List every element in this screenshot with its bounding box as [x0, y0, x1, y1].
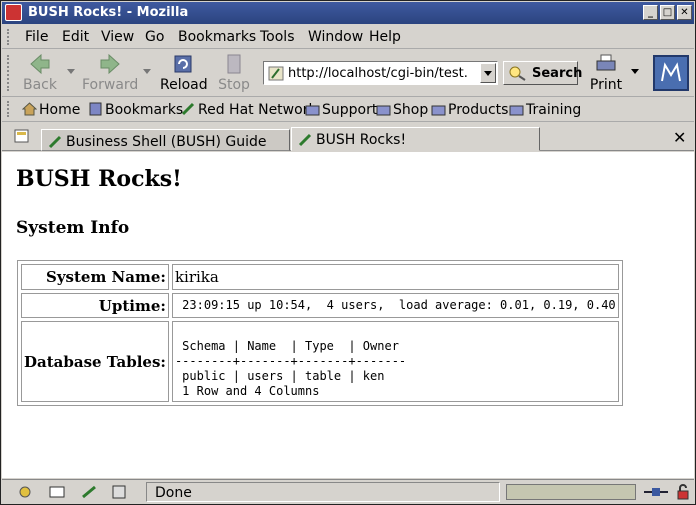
menu-file[interactable]: File — [25, 29, 48, 45]
tab-bush-rocks[interactable]: BUSH Rocks! — [291, 127, 540, 151]
print-button[interactable]: Print — [588, 51, 624, 95]
home-icon — [22, 102, 37, 116]
folder-icon — [431, 105, 446, 116]
tab-business-shell-guide[interactable]: Business Shell (BUSH) Guide — [41, 129, 290, 151]
folder-icon — [305, 105, 320, 116]
status-bar: Done — [2, 479, 694, 503]
system-name-label: System Name: — [21, 264, 169, 290]
search-icon — [509, 66, 526, 81]
url-input[interactable] — [288, 64, 468, 82]
page-favicon-icon — [268, 66, 284, 81]
online-status-icon[interactable] — [642, 484, 670, 500]
mozilla-logo[interactable] — [653, 55, 689, 91]
personal-item-home[interactable]: Home — [22, 102, 80, 118]
composer-icon[interactable] — [80, 484, 98, 500]
table-row: System Name: kirika — [21, 264, 619, 290]
toolbar-grip[interactable] — [7, 55, 13, 91]
close-tab-icon[interactable]: ✕ — [673, 128, 686, 147]
window-menu-icon[interactable] — [5, 4, 22, 21]
minimize-button[interactable]: _ — [643, 5, 658, 20]
personal-item-bookmarks[interactable]: Bookmarks — [88, 102, 183, 118]
bookmark-link-icon — [181, 102, 195, 116]
progress-bar — [506, 484, 636, 500]
system-info-table: System Name: kirika Uptime: 23:09:15 up … — [17, 260, 623, 406]
table-row: Uptime: 23:09:15 up 10:54, 4 users, load… — [21, 293, 619, 318]
url-history-dropdown[interactable] — [480, 63, 496, 83]
print-options-dropdown[interactable] — [631, 69, 639, 74]
navigator-icon[interactable] — [16, 484, 34, 500]
bookmarks-icon — [89, 102, 102, 116]
toolbar-grip[interactable] — [7, 101, 13, 117]
browser-window: BUSH Rocks! - Mozilla _ □ ✕ File Edit Vi… — [0, 0, 696, 505]
forward-history-dropdown[interactable] — [143, 69, 151, 74]
section-heading: System Info — [16, 218, 130, 238]
url-bar[interactable] — [263, 61, 498, 85]
menu-tools[interactable]: Tools — [260, 29, 295, 45]
personal-item-red-hat-network[interactable]: Red Hat Network — [181, 102, 317, 118]
mozilla-m-icon — [661, 62, 681, 82]
menu-view[interactable]: View — [101, 29, 134, 45]
back-button[interactable]: Back — [20, 51, 60, 95]
window-title: BUSH Rocks! - Mozilla — [28, 5, 189, 20]
address-book-icon[interactable] — [110, 484, 128, 500]
page-favicon-icon — [298, 133, 312, 147]
personal-item-products[interactable]: Products — [431, 102, 508, 118]
search-button[interactable]: Search — [503, 61, 582, 85]
personal-item-support[interactable]: Support — [305, 102, 377, 118]
toolbar-grip[interactable] — [7, 29, 13, 45]
close-window-button[interactable]: ✕ — [677, 5, 692, 20]
navigation-toolbar: Back Forward Reload Stop http://localhos… — [2, 49, 694, 97]
stop-icon — [227, 54, 241, 74]
folder-icon — [376, 105, 391, 116]
back-history-dropdown[interactable] — [67, 69, 75, 74]
reload-button[interactable]: Reload — [160, 51, 208, 95]
system-name-value: kirika — [171, 264, 619, 290]
menu-edit[interactable]: Edit — [62, 29, 89, 45]
menu-go[interactable]: Go — [145, 29, 164, 45]
forward-button[interactable]: Forward — [82, 51, 138, 95]
page-favicon-icon — [48, 135, 62, 149]
menu-help[interactable]: Help — [369, 29, 401, 45]
menu-window[interactable]: Window — [308, 29, 363, 45]
database-tables-label: Database Tables: — [21, 321, 169, 402]
menu-bookmarks[interactable]: Bookmarks — [178, 29, 256, 45]
table-row: Database Tables: Schema | Name | Type | … — [21, 321, 619, 402]
page-heading: BUSH Rocks! — [16, 166, 182, 192]
tab-bar: Business Shell (BUSH) Guide BUSH Rocks! … — [2, 123, 694, 151]
stop-button[interactable]: Stop — [216, 51, 252, 95]
left-arrow-icon — [30, 53, 50, 75]
right-arrow-icon — [100, 53, 120, 75]
uptime-value: 23:09:15 up 10:54, 4 users, load average… — [171, 293, 619, 318]
uptime-label: Uptime: — [21, 293, 169, 318]
page-content: BUSH Rocks! System Info System Name: kir… — [2, 152, 694, 478]
printer-icon — [596, 54, 616, 71]
folder-icon — [509, 105, 524, 116]
reload-icon — [174, 55, 192, 73]
database-tables-value: Schema | Name | Type | Owner --------+--… — [171, 321, 619, 402]
status-text: Done — [146, 482, 500, 502]
personal-item-shop[interactable]: Shop — [376, 102, 428, 118]
security-lock-icon[interactable] — [674, 484, 692, 500]
maximize-button[interactable]: □ — [660, 5, 675, 20]
title-bar: BUSH Rocks! - Mozilla _ □ ✕ — [2, 2, 694, 24]
mail-icon[interactable] — [48, 484, 66, 500]
personal-item-training[interactable]: Training — [509, 102, 581, 118]
personal-toolbar: Home Bookmarks Red Hat Network Support S… — [2, 97, 694, 122]
menu-bar: File Edit View Go Bookmarks Tools Window… — [2, 25, 694, 49]
new-tab-icon[interactable] — [14, 129, 30, 143]
